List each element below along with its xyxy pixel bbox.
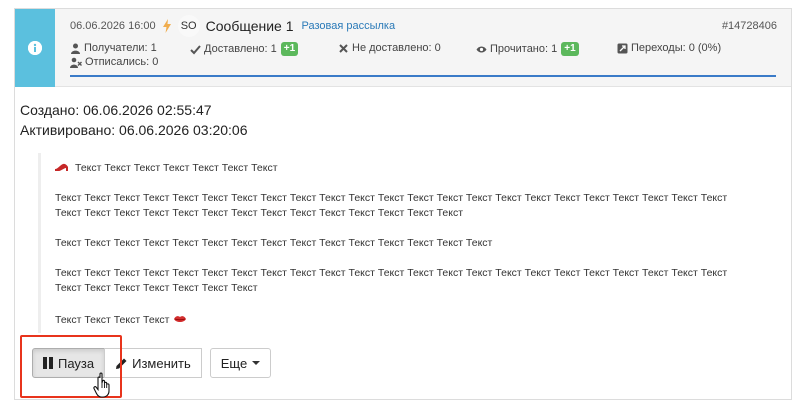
stat-not-delivered: Не доставлено: 0 [338,42,441,54]
message-line: Текст Текст Текст Текст [55,313,186,327]
lips-icon [173,313,186,322]
caret-down-icon [252,361,261,365]
hand-cursor-icon [93,372,115,398]
external-link-icon [617,43,628,54]
activated-date: Активировано: 06.06.2026 03:20:06 [20,122,248,138]
stat-clicks: Переходы: 0 (0%) [617,42,721,54]
delivered-count: Доставлено: 1 [204,43,277,55]
unsubscribed-count: Отписались: 0 [85,56,159,68]
stat-delivered: Доставлено: 1 +1 [190,42,299,56]
read-count: Прочитано: 1 [490,43,558,55]
user-times-icon [70,57,82,68]
message-title[interactable]: Сообщение 1 [206,18,294,34]
message-paragraph-line: Текст Текст Текст Текст Текст Текст Текс… [55,237,493,249]
stat-unsubscribed: Отписались: 0 [70,56,158,68]
edit-label: Изменить [132,355,191,371]
message-datetime: 06.06.2026 16:00 [70,20,156,32]
recipients-count: Получатели: 1 [84,42,157,54]
message-line-text: Текст Текст Текст Текст Текст Текст Текс… [75,162,278,174]
message-preview: Текст Текст Текст Текст Текст Текст Текс… [38,153,786,333]
more-dropdown[interactable]: Еще [209,348,272,378]
info-strip [15,9,55,87]
message-line: Текст Текст Текст Текст Текст Текст Текс… [55,161,278,175]
user-icon [70,43,81,54]
message-type-link[interactable]: Разовая рассылка [302,20,396,32]
created-date: Создано: 06.06.2026 02:55:47 [20,102,212,118]
message-line-text: Текст Текст Текст Текст [55,314,170,326]
eye-icon [476,44,487,55]
read-badge: +1 [561,42,579,56]
info-icon [28,41,42,55]
message-paragraph-line: Текст Текст Текст Текст Текст Текст Текс… [55,282,258,294]
clicks-count: Переходы: 0 (0%) [631,42,722,54]
message-paragraph-line: Текст Текст Текст Текст Текст Текст Текс… [55,192,728,204]
stat-read: Прочитано: 1 +1 [476,42,579,56]
message-id: #14728406 [721,20,777,32]
more-label: Еще [220,355,248,371]
message-paragraph-line: Текст Текст Текст Текст Текст Текст Текс… [55,207,464,219]
check-icon [190,44,201,55]
delivered-badge: +1 [280,42,299,56]
header-row: 06.06.2026 16:00 SO Сообщение 1 Разовая … [70,15,395,37]
sender-avatar: SO [177,15,200,37]
message-header: 06.06.2026 16:00 SO Сообщение 1 Разовая … [15,9,791,87]
not-delivered-count: Не доставлено: 0 [352,42,441,54]
stat-recipients: Получатели: 1 [70,42,157,54]
header-divider [70,75,776,77]
high-heel-icon [55,162,69,172]
message-paragraph-line: Текст Текст Текст Текст Текст Текст Текс… [55,267,728,279]
bolt-icon [162,19,172,33]
times-icon [338,43,349,54]
